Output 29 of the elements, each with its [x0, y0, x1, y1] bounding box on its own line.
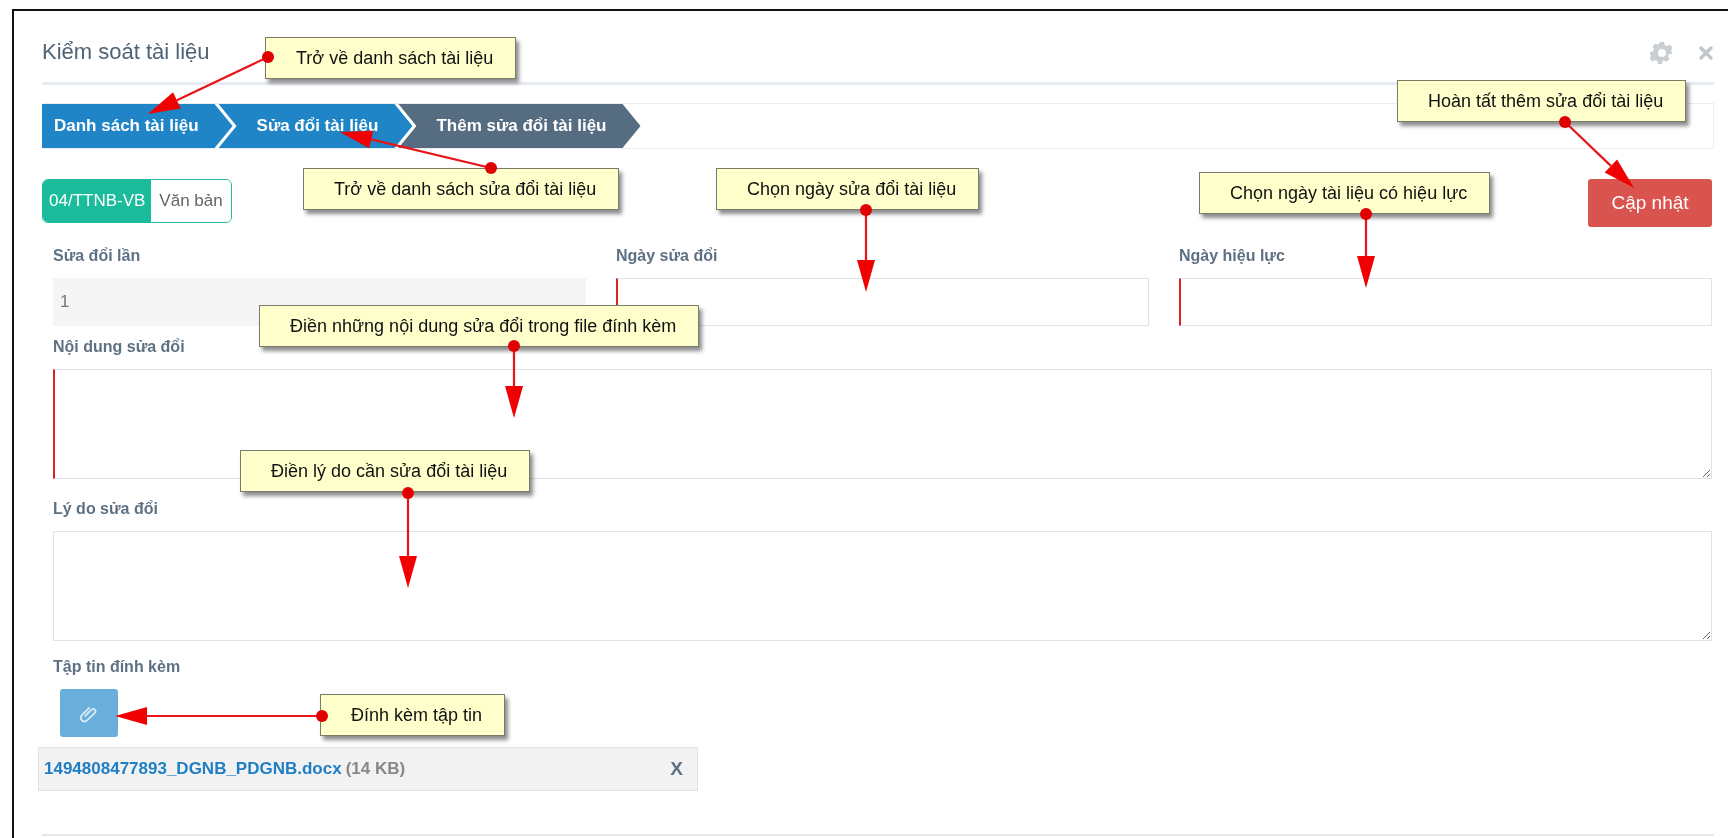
settings-icon[interactable]	[1650, 41, 1674, 65]
file-size: (14 KB)	[345, 758, 406, 781]
breadcrumb-step[interactable]: Thêm sửa đổi tài liệu	[398, 104, 641, 148]
remove-file-button[interactable]: X	[664, 753, 689, 785]
input-field[interactable]	[1179, 278, 1712, 326]
callout-tooltip: Hoàn tất thêm sửa đổi tài liệu	[1397, 80, 1687, 122]
file-link[interactable]: 1494808477893_DGNB_PDGNB.docx	[44, 756, 342, 782]
panel-title: Kiểm soát tài liệu	[42, 38, 210, 66]
callout-tooltip: Trở về danh sách tài liệu	[265, 37, 517, 79]
callout-tooltip: Đính kèm tập tin	[320, 694, 506, 736]
callout-tooltip: Điền những nội dung sửa đổi trong file đính kèm	[259, 305, 700, 347]
callout-tooltip: Chọn ngày sửa đổi tài liệu	[716, 168, 980, 210]
document-code: 04/TTNB-VB	[43, 180, 152, 222]
callout-tooltip: Điền lý do cần sửa đổi tài liệu	[240, 450, 531, 492]
close-icon[interactable]	[1698, 45, 1714, 61]
breadcrumb-step[interactable]: Sửa đổi tài liệu	[218, 104, 413, 148]
field-label: Nội dung sửa đổi	[53, 337, 185, 357]
field-label: Ngày sửa đổi	[616, 246, 718, 266]
attach-button[interactable]	[60, 689, 118, 737]
text-area[interactable]	[53, 369, 1712, 479]
field-label: Lý do sửa đổi	[53, 499, 158, 519]
text-area[interactable]	[53, 531, 1712, 641]
callout-tooltip: Chọn ngày tài liệu có hiệu lực	[1199, 172, 1491, 214]
breadcrumb-step[interactable]: Danh sách tài liệu	[42, 104, 233, 148]
field-label: Ngày hiệu lực	[1179, 246, 1285, 266]
field-label: Tập tin đính kèm	[53, 657, 181, 677]
field-label: Sửa đổi lần	[53, 246, 141, 266]
update-button[interactable]: Cập nhật	[1588, 179, 1712, 227]
callout-tooltip: Trở về danh sách sửa đổi tài liệu	[303, 168, 620, 210]
